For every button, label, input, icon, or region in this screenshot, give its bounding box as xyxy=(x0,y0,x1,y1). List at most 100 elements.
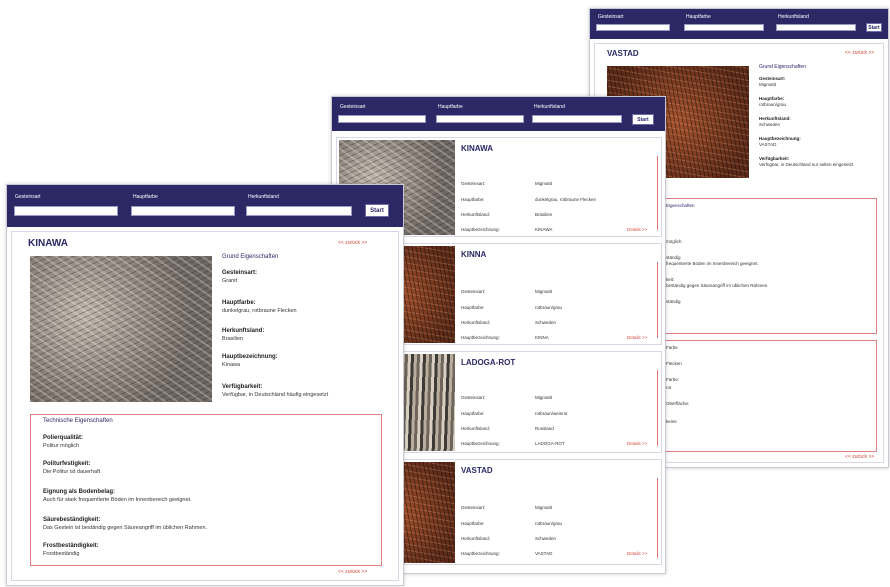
search-input-color[interactable] xyxy=(131,206,235,216)
row-label: Hauptbezeichnung: xyxy=(461,441,500,446)
prop-value: Verfügbar, in Deutschland nur selten ein… xyxy=(759,162,854,167)
card-title: VASTAD xyxy=(461,466,493,475)
tech-heading: Eigenschaften xyxy=(666,203,695,208)
search-label-origin: Herkunftsland xyxy=(778,14,809,20)
search-bar: Gesteinsart Hauptfarbe Herkunftsland Sta… xyxy=(332,97,665,131)
tech-value: Politur möglich xyxy=(43,443,80,449)
search-input-color[interactable] xyxy=(436,115,524,123)
search-input-origin[interactable] xyxy=(532,115,622,123)
tech-text: möglich xyxy=(666,239,682,244)
prop-value: Verfügbar, in Deutschland häufig eingese… xyxy=(222,392,329,398)
row-label: Gesteinsart: xyxy=(461,289,486,294)
start-button[interactable]: Start xyxy=(866,23,882,32)
search-label-origin: Herkunftsland xyxy=(248,194,279,200)
search-label-color: Hauptfarbe xyxy=(686,14,711,20)
row-value: KINNA xyxy=(535,335,549,340)
prop-label: Hauptbezeichnung: xyxy=(759,136,801,141)
color-text: Farbe xyxy=(666,345,678,350)
row-label: Hauptfarbe: xyxy=(461,521,485,526)
start-button[interactable]: Start xyxy=(632,114,654,125)
row-label: Hauptbezeichnung: xyxy=(461,335,500,340)
back-link-bottom[interactable]: << zurück >> xyxy=(845,454,874,460)
search-input-rock-type[interactable] xyxy=(596,24,670,31)
section-heading: Grund Eigenschaften xyxy=(759,64,806,70)
card-title: KINAWA xyxy=(461,144,493,153)
row-value: KINAWA xyxy=(535,227,553,232)
color-text: Flecken xyxy=(666,361,682,366)
detail-panel: KINAWA << zurück >> Grund Eigenschaften … xyxy=(11,231,399,581)
row-value: Brasilien xyxy=(535,212,553,217)
details-link[interactable]: Details >> xyxy=(627,441,647,446)
row-value: Migmatit xyxy=(535,505,553,510)
row-label: Herkunftsland: xyxy=(461,212,491,217)
row-label: Gesteinsart: xyxy=(461,395,486,400)
search-label-rock-type: Gesteinsart xyxy=(15,194,41,200)
row-label: Hauptbezeichnung: xyxy=(461,227,500,232)
tech-value: Das Gestein ist beständig gegen Säureang… xyxy=(43,525,208,531)
tech-label: Polierqualität: xyxy=(43,435,84,441)
tech-heading: Technische Eigenschaften xyxy=(43,418,113,424)
prop-value: VASTAD xyxy=(759,142,777,147)
back-link[interactable]: << zurück >> xyxy=(845,50,874,56)
prop-value: Kinawa xyxy=(222,362,241,368)
tech-label: Politurfestigkeit: xyxy=(43,461,91,467)
row-value: Migmatit xyxy=(535,289,553,294)
row-value: Schweden xyxy=(535,320,557,325)
tech-text: keit: xyxy=(666,277,675,282)
search-input-rock-type[interactable] xyxy=(14,206,118,216)
row-value: Schweden xyxy=(535,536,557,541)
row-label: Gesteinsart: xyxy=(461,505,486,510)
prop-value: Schweden xyxy=(759,122,781,127)
tech-value: Die Politur ist dauerhaft xyxy=(43,469,101,475)
card-title: KINNA xyxy=(461,250,487,259)
tech-label: Eignung als Bodenbelag: xyxy=(43,489,116,495)
color-text: Oberfläche: xyxy=(666,401,690,406)
search-input-color[interactable] xyxy=(684,24,764,31)
row-label: Hauptfarbe: xyxy=(461,305,485,310)
prop-value: dunkelgrau, rotbraune Flecken xyxy=(222,308,297,314)
tech-text: beständig gegen Säureangriff im üblichen… xyxy=(666,283,769,288)
tech-label: Säurebeständigkeit: xyxy=(43,517,101,523)
prop-label: Verfügbarkeit: xyxy=(759,156,790,161)
details-link[interactable]: Details >> xyxy=(627,551,647,556)
row-label: Gesteinsart: xyxy=(461,181,486,186)
row-value: Migmatit xyxy=(535,395,553,400)
row-value: LADOGA-ROT xyxy=(535,441,565,446)
search-bar: Gesteinsart Hauptfarbe Herkunftsland Sta… xyxy=(7,185,403,227)
card-divider xyxy=(657,262,658,338)
color-text: keine xyxy=(666,419,677,424)
prop-label: Hauptfarbe: xyxy=(222,300,256,306)
row-label: Herkunftsland: xyxy=(461,536,491,541)
section-heading: Grund Eigenschaften xyxy=(222,254,279,260)
back-link[interactable]: << zurück >> xyxy=(338,240,367,246)
prop-value: Brasilien xyxy=(222,336,244,342)
tech-value: Auch für stark frequentierte Böden im In… xyxy=(43,497,192,503)
search-input-rock-type[interactable] xyxy=(338,115,426,123)
prop-value: rotbraun/grau xyxy=(759,102,787,107)
row-value: rotbraun/grau xyxy=(535,305,563,310)
card-divider xyxy=(657,478,658,558)
stone-title: KINAWA xyxy=(28,238,68,249)
row-value: dunkelgrau, rotbraune Flecken xyxy=(535,197,597,202)
window-kinawa-detail: Gesteinsart Hauptfarbe Herkunftsland Sta… xyxy=(6,184,404,586)
details-link[interactable]: Details >> xyxy=(627,227,647,232)
search-label-rock-type: Gesteinsart xyxy=(598,14,624,20)
row-label: Herkunftsland: xyxy=(461,320,491,325)
tech-text: ständig xyxy=(666,255,681,260)
search-input-origin[interactable] xyxy=(246,206,352,216)
search-input-origin[interactable] xyxy=(776,24,856,31)
back-link-bottom[interactable]: << zurück >> xyxy=(338,569,367,575)
card-divider xyxy=(657,156,658,230)
prop-label: Hauptbezeichnung: xyxy=(222,354,278,360)
search-bar: Gesteinsart Hauptfarbe Herkunftsland Sta… xyxy=(590,9,888,39)
prop-label: Verfügbarkeit: xyxy=(222,384,263,390)
details-link[interactable]: Details >> xyxy=(627,335,647,340)
row-label: Hauptfarbe: xyxy=(461,411,485,416)
start-button[interactable]: Start xyxy=(365,204,389,217)
prop-value: Granit xyxy=(222,278,237,284)
search-label-color: Hauptfarbe xyxy=(438,104,463,110)
prop-label: Herkunftsland: xyxy=(759,116,791,121)
card-divider xyxy=(657,370,658,446)
prop-label: Herkunftsland: xyxy=(222,328,265,334)
tech-value: Frostbeständig xyxy=(43,551,80,557)
